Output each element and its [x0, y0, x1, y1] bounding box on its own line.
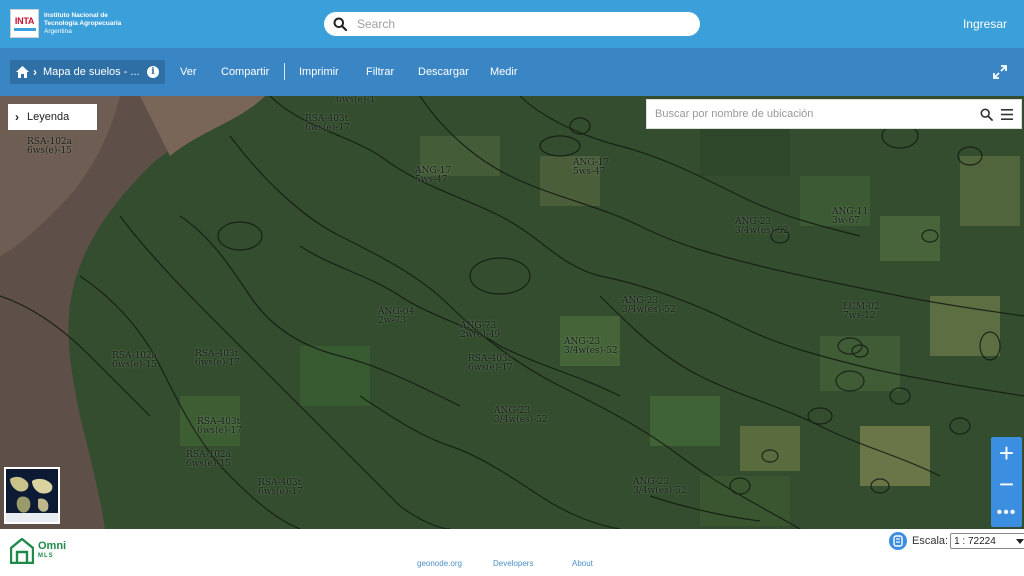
login-link[interactable]: Ingresar	[963, 17, 1007, 31]
hamburger-menu-icon[interactable]	[1001, 109, 1013, 120]
location-search-input[interactable]	[653, 107, 967, 121]
fullscreen-icon[interactable]	[993, 65, 1007, 79]
map-canvas[interactable]: RSA-102a 6ws(e)-15 6ws(e)-1 RSA-403t 6ws…	[0, 96, 1024, 529]
breadcrumb-title[interactable]: Mapa de suelos - ...	[43, 66, 140, 78]
soil-unit-label: ANG-17 5ws-47	[573, 158, 610, 177]
global-search-input[interactable]	[355, 16, 679, 32]
omni-mls-text: Omni MLS	[38, 541, 66, 561]
soil-unit-label: ANG-23 3/4w(es)-52	[633, 477, 687, 496]
footer-link-developers[interactable]: Developers	[493, 559, 533, 568]
soil-unit-label: ANG-23 3/4w(es)-52	[564, 337, 618, 356]
soil-unit-label: RSA-403t 6ws(e)-17	[195, 349, 240, 368]
soil-unit-label: ANG-04 2w-73	[378, 307, 415, 326]
info-icon[interactable]: i	[147, 66, 159, 78]
scale-control: Escala: 1 : 72224	[889, 532, 1024, 550]
zoom-out-button[interactable]: −	[991, 469, 1022, 499]
inta-logo-badge: INTA	[10, 9, 39, 38]
logo-text: Instituto Nacional de Tecnología Agropec…	[44, 12, 121, 36]
home-icon[interactable]	[16, 66, 29, 78]
background-layer-selector[interactable]	[4, 467, 60, 524]
scale-icon[interactable]	[889, 532, 907, 550]
brand-line-2: MLS	[38, 553, 54, 559]
logo-line-2: Tecnología Agropecuaria	[44, 19, 122, 27]
global-search-bar	[324, 12, 700, 36]
soil-unit-label: RSA-102a 6ws(e)-15	[112, 351, 158, 370]
page-footer	[0, 529, 1024, 576]
soil-unit-label: ANG-23 3/4w(es)-52	[622, 296, 676, 315]
logo-badge-bar	[13, 27, 36, 31]
legend-label: Leyenda	[27, 111, 70, 123]
scale-select[interactable]: 1 : 72224	[950, 533, 1024, 549]
soil-unit-label: ANG-23 3/4w(es)-52	[494, 406, 548, 425]
globe-thumbnail	[6, 469, 58, 522]
footer-link-about[interactable]: About	[572, 559, 593, 568]
soil-unit-label: ANG-73 2w(e)-49	[460, 321, 501, 340]
breadcrumb[interactable]: › Mapa de suelos - ... i	[10, 60, 165, 84]
menu-imprimir[interactable]: Imprimir	[299, 66, 339, 78]
scale-label: Escala:	[912, 535, 949, 547]
zoom-in-button[interactable]: +	[991, 437, 1022, 469]
soil-unit-label: ANG-11 3w-67	[832, 207, 869, 226]
search-icon[interactable]	[333, 17, 347, 31]
legend-toggle-button[interactable]: › Leyenda	[8, 104, 97, 130]
menu-medir[interactable]: Medir	[490, 66, 518, 78]
menu-divider	[284, 63, 285, 80]
scale-value: 1 : 72224	[954, 535, 996, 547]
logo-line-3: Argentina	[44, 27, 72, 35]
omni-mls-logo[interactable]: Omni MLS	[10, 538, 66, 564]
logo-badge-text: INTA	[14, 15, 35, 26]
soil-unit-label: LCM-02 7ws-12	[843, 302, 880, 321]
soil-unit-label: RSA-403t 6ws(e)-17	[197, 417, 242, 436]
brand-line-1: Omni	[38, 540, 67, 552]
more-options-button[interactable]: •••	[991, 499, 1022, 527]
chevron-right-icon: ›	[15, 110, 19, 124]
inta-logo[interactable]: INTA Instituto Nacional de Tecnología Ag…	[10, 9, 121, 38]
soil-unit-label: RSA-102a 6ws(e)-15	[186, 450, 232, 469]
top-header: INTA Instituto Nacional de Tecnología Ag…	[0, 0, 1024, 48]
logo-line-1: Instituto Nacional de	[44, 11, 108, 19]
soil-unit-label: RSA-102a 6ws(e)-15	[27, 137, 73, 156]
soil-unit-label: 6ws(e)-1	[336, 96, 376, 105]
menu-filtrar[interactable]: Filtrar	[366, 66, 394, 78]
soil-unit-label: RSA-403t 6ws(e)-17	[468, 354, 513, 373]
menu-descargar[interactable]: Descargar	[418, 66, 469, 78]
location-search-bar	[646, 99, 1022, 129]
soil-unit-label: ANG-23 3/4w(es)-52	[735, 217, 789, 236]
search-icon[interactable]	[980, 108, 993, 121]
house-logo-icon	[10, 538, 34, 564]
soil-unit-label: ANG-17 5ws-47	[415, 166, 452, 185]
soil-unit-label: RSA-403t 6ws(e)-17	[258, 478, 303, 497]
menu-ver[interactable]: Ver	[180, 66, 197, 78]
soil-unit-label: RSA-403t 6ws(e)-17	[305, 114, 350, 133]
chevron-down-icon	[1016, 538, 1024, 544]
chevron-right-icon: ›	[33, 65, 37, 79]
footer-link-geonode[interactable]: geonode.org	[417, 559, 462, 568]
menu-compartir[interactable]: Compartir	[221, 66, 269, 78]
